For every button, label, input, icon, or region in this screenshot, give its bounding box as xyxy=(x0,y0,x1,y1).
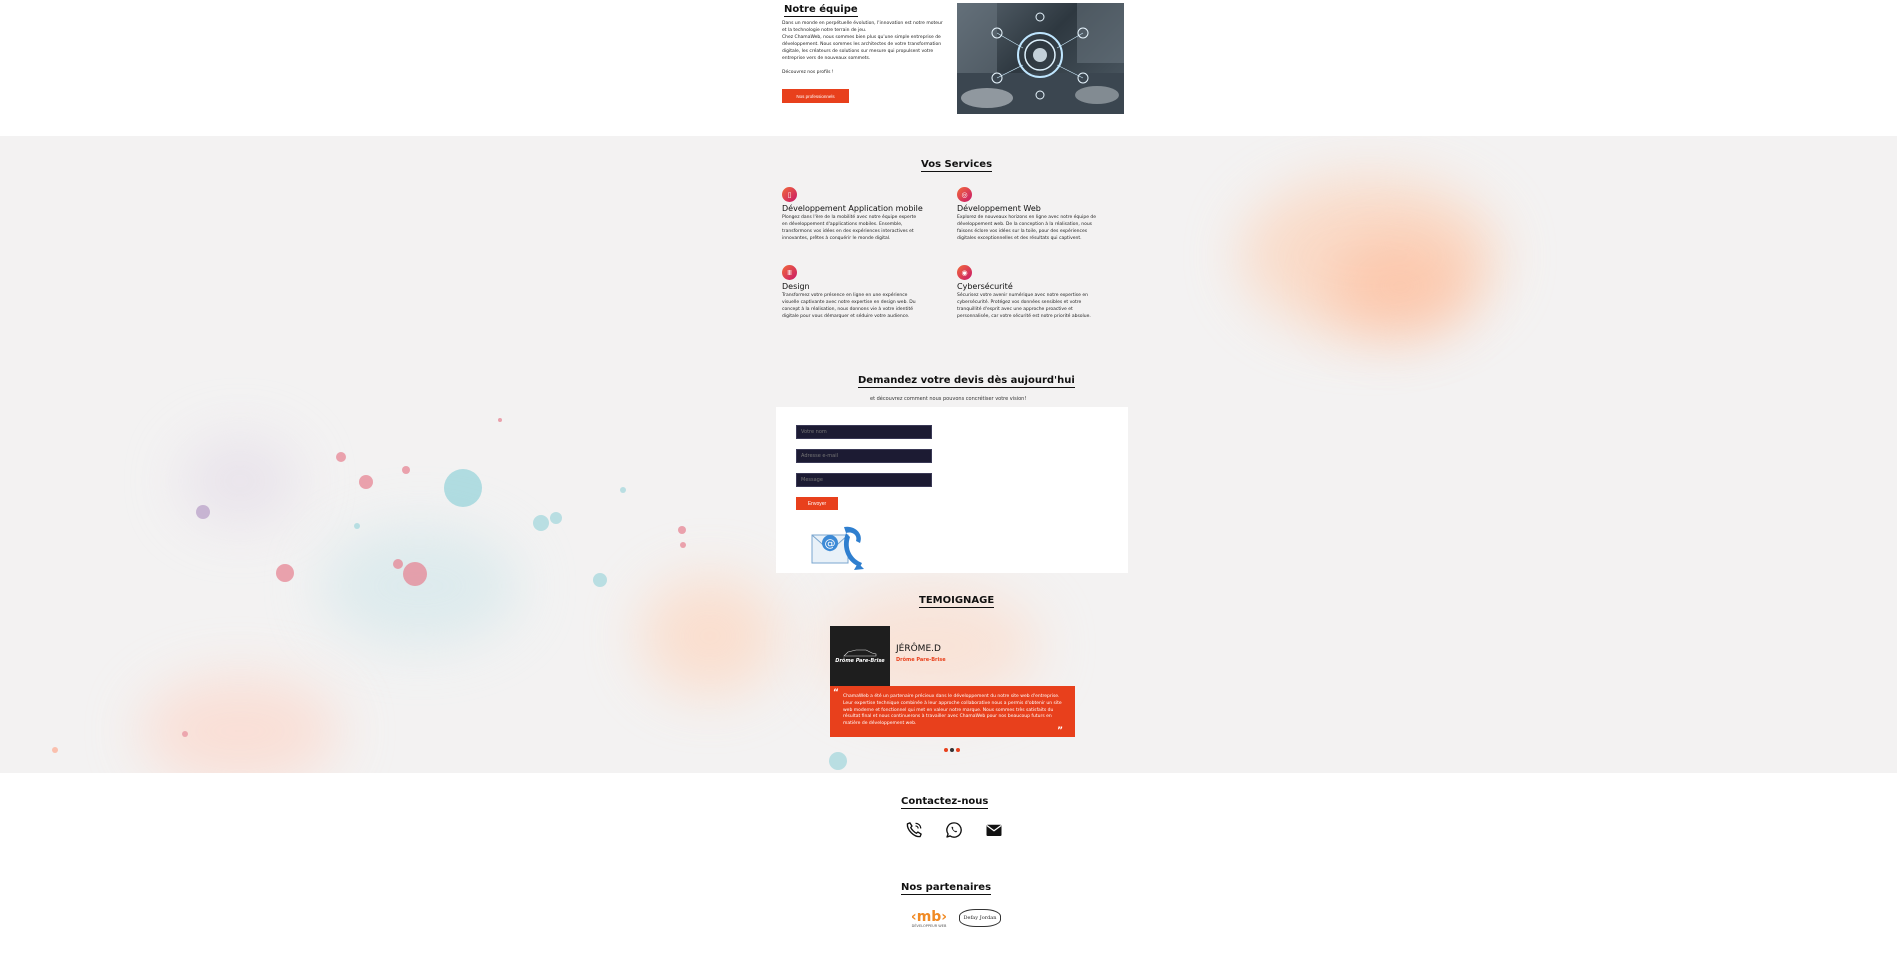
svg-text:‹mb›: ‹mb› xyxy=(912,909,946,924)
service-description: Transformez votre présence en ligne en u… xyxy=(782,293,916,319)
testimonial-company-logo: Drôme Pare-Brise xyxy=(830,626,890,686)
team-photo-illustration xyxy=(957,3,1124,114)
team-title: Notre équipe xyxy=(784,4,858,17)
service-card: Ⅲ Design Transformez votre présence en l… xyxy=(782,265,922,320)
team-description: Dans un monde en perpétuelle évolution, … xyxy=(782,21,943,75)
contact-icons xyxy=(905,821,1003,839)
service-description: Plongez dans l'ère de la mobilité avec n… xyxy=(782,215,917,241)
phone-icon[interactable] xyxy=(905,821,923,839)
mobile-icon: ▯ xyxy=(782,187,797,202)
close-quote-icon: ” xyxy=(1057,726,1063,736)
service-card: ▯ Développement Application mobile Plong… xyxy=(782,187,923,242)
our-professionals-button[interactable]: Nos professionnels xyxy=(782,89,849,103)
partner-defay-logo[interactable]: Defay Jordan xyxy=(959,909,1001,927)
contact-title: Contactez-nous xyxy=(901,796,989,809)
service-description: Sécurisez votre avenir numérique avec no… xyxy=(957,293,1091,319)
mail-phone-icon: @ xyxy=(811,526,864,570)
design-icon: Ⅲ xyxy=(782,265,797,280)
partner-mb-logo[interactable]: ‹mb› DÉVELOPPEUR WEB xyxy=(909,908,949,928)
quote-form: Envoyer @ xyxy=(776,407,1128,573)
service-description: Explorez de nouveaux horizons en ligne a… xyxy=(957,215,1097,241)
partner-defay-text: Defay Jordan xyxy=(963,915,997,921)
send-button[interactable]: Envoyer xyxy=(796,497,838,510)
testimonial-quote-box: “ ChamaWeb a été un partenaire précieux … xyxy=(830,686,1075,737)
security-icon: ◉ xyxy=(957,265,972,280)
email-input[interactable] xyxy=(796,449,932,463)
carousel-dot[interactable] xyxy=(956,748,960,752)
service-card: ◉ Cybersécurité Sécurisez votre avenir n… xyxy=(957,265,1097,320)
quote-request-title: Demandez votre devis dès aujourd'hui xyxy=(858,375,1075,388)
service-title: Développement Application mobile xyxy=(782,204,923,213)
quote-request-subtitle: et découvrez comment nous pouvons concré… xyxy=(870,396,1027,402)
partners-title: Nos partenaires xyxy=(901,882,992,895)
testimonial-logo-text: Drôme Pare-Brise xyxy=(835,658,885,664)
email-icon[interactable] xyxy=(985,821,1003,839)
partners-logos: ‹mb› DÉVELOPPEUR WEB Defay Jordan xyxy=(909,908,1001,928)
carousel-dots xyxy=(944,748,960,752)
mb-logo-icon: ‹mb› xyxy=(912,909,946,924)
open-quote-icon: “ xyxy=(833,688,839,698)
testimonial-quote-text: ChamaWeb a été un partenaire précieux da… xyxy=(843,694,1062,727)
svg-text:@: @ xyxy=(825,537,836,550)
service-title: Design xyxy=(782,282,810,291)
service-title: Cybersécurité xyxy=(957,282,1013,291)
message-input[interactable] xyxy=(796,473,932,487)
page: Notre équipe Dans un monde en perpétuell… xyxy=(0,0,1897,958)
testimonial-title: TEMOIGNAGE xyxy=(919,595,995,608)
service-card: ◎ Développement Web Explorez de nouveaux… xyxy=(957,187,1097,242)
service-title: Développement Web xyxy=(957,204,1041,213)
team-section: Notre équipe Dans un monde en perpétuell… xyxy=(0,0,1897,136)
car-icon xyxy=(843,649,877,657)
carousel-dot-active[interactable] xyxy=(950,748,954,752)
testimonial-author-name: JÉRÔME.D xyxy=(896,644,941,654)
whatsapp-icon[interactable] xyxy=(945,821,963,839)
team-photo xyxy=(957,3,1124,114)
services-title: Vos Services xyxy=(921,159,993,172)
carousel-dot[interactable] xyxy=(944,748,948,752)
partner-mb-caption: DÉVELOPPEUR WEB xyxy=(911,924,947,928)
web-icon: ◎ xyxy=(957,187,972,202)
testimonial-author-company: Drôme Pare-Brise xyxy=(896,657,946,663)
name-input[interactable] xyxy=(796,425,932,439)
